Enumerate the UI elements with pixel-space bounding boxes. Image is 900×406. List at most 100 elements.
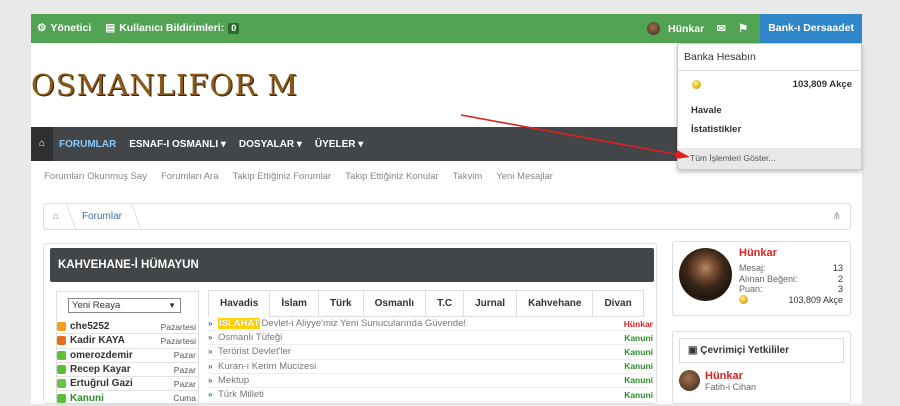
news-author[interactable]: Kanuni: [624, 375, 653, 385]
member-filter-select[interactable]: Yeni Reaya ▼: [68, 298, 181, 313]
tab[interactable]: Divan: [592, 290, 644, 317]
avatar: [647, 22, 661, 35]
news-row[interactable]: » Türk Milleti Kanuni: [208, 388, 653, 403]
tab[interactable]: Havadis: [208, 290, 270, 317]
stat-value: 2: [837, 273, 843, 284]
user-menu[interactable]: Hünkar: [647, 22, 704, 35]
user-rank-icon: [57, 350, 66, 360]
profile-card: Hünkar Mesaj: 13 Alınan Beğeni: 2 Puan: 3 103,…: [672, 241, 851, 316]
breadcrumb-separator: [57, 204, 77, 231]
admin-link[interactable]: ⚙ Yönetici: [37, 22, 91, 34]
breadcrumb-forums[interactable]: Forumlar: [82, 211, 122, 222]
transfer-link[interactable]: Havale: [691, 105, 722, 116]
news-title[interactable]: Kuran-ı Kerim Mucizesi: [218, 361, 316, 372]
news-row[interactable]: » ISLAHAT Devlet-i Aliyye'miz Yeni Sunucul…: [208, 317, 653, 332]
news-title[interactable]: Devlet-i Aliyye'miz Yeni Sunucularında G…: [261, 318, 466, 329]
news-title-wrap: Mektup: [218, 375, 624, 386]
join-day: Pazartesi: [160, 335, 196, 346]
show-all-transactions-link[interactable]: Tüm İşlemleri Göster...: [678, 148, 861, 169]
user-rank-icon: [57, 336, 66, 346]
tab[interactable]: Türk: [317, 290, 363, 317]
double-arrow-icon: »: [208, 319, 213, 329]
statistics-link[interactable]: İstatistikler: [691, 124, 741, 135]
username[interactable]: Kadir KAYA: [70, 335, 161, 346]
profile-name[interactable]: Hünkar: [739, 247, 777, 259]
news-author[interactable]: Kanuni: [624, 361, 653, 371]
news-title[interactable]: Mektup: [218, 375, 249, 386]
stat-value: 13: [832, 263, 843, 273]
site-logo[interactable]: OSMANLIFOR M: [31, 68, 298, 102]
username[interactable]: omerozdemir: [70, 350, 174, 361]
list-item[interactable]: Recep Kayar Pazar: [57, 363, 198, 378]
breadcrumb-separator: [122, 204, 142, 231]
home-icon[interactable]: ⌂: [53, 211, 59, 222]
bank-button[interactable]: Bank-ı Dersaadet: [760, 14, 862, 43]
double-arrow-icon: »: [208, 361, 213, 371]
subnav-link[interactable]: Forumları Okunmuş Say: [44, 171, 147, 182]
divider: [678, 70, 863, 71]
news-row[interactable]: » Mektup Kanuni: [208, 374, 653, 388]
online-user[interactable]: Hünkar Fatih-i Cihan: [679, 370, 756, 392]
sub-nav: Forumları Okunmuş Say Forumları Ara Takip …: [44, 171, 553, 182]
list-item[interactable]: che5252 Pazartesi: [57, 320, 198, 335]
news-title[interactable]: Türk Milleti: [218, 389, 264, 400]
nav-item[interactable]: ÜYELER ▾: [315, 139, 363, 150]
list-item[interactable]: Ertuğrul Gazi Pazar: [57, 377, 198, 392]
subnav-link[interactable]: Forumları Ara: [161, 171, 219, 182]
news-row[interactable]: » Osmanlı Tüfeği Kanuni: [208, 331, 653, 346]
user-rank-icon: [57, 322, 66, 332]
notifications-link[interactable]: ▤ Kullanıcı Bildirimleri: 0: [105, 22, 240, 34]
home-icon[interactable]: ⌂: [31, 127, 53, 161]
online-staff-panel: ▣ Çevrimiçi Yetkililer Hünkar Fatih-i Cih…: [672, 331, 851, 404]
join-day: Pazar: [173, 350, 196, 361]
online-staff-header: ▣ Çevrimiçi Yetkililer: [679, 338, 844, 363]
news-author[interactable]: Hünkar: [624, 319, 653, 329]
list-item[interactable]: Kadir KAYA Pazartesi: [57, 334, 198, 349]
balance-value: 103,809 Akçe: [788, 294, 843, 305]
tab[interactable]: Osmanlı: [362, 290, 426, 317]
double-arrow-icon: »: [208, 333, 213, 343]
breadcrumb: ⌂ Forumlar ⋔: [43, 203, 851, 231]
tab[interactable]: T.C: [425, 290, 464, 317]
subnav-link[interactable]: Takip Ettiğiniz Forumlar: [233, 171, 332, 182]
tab[interactable]: Kahvehane: [516, 290, 593, 317]
news-row[interactable]: » Kuran-ı Kerim Mucizesi Kanuni: [208, 360, 653, 374]
news-author[interactable]: Kanuni: [624, 390, 653, 400]
username[interactable]: Ertuğrul Gazi: [70, 378, 174, 389]
news-author[interactable]: Kanuni: [624, 347, 653, 357]
subnav-link[interactable]: Takip Ettiğiniz Konular: [345, 171, 438, 182]
username[interactable]: Kanuni: [70, 393, 173, 404]
news-row[interactable]: » Terörist Devlet'ler Kanuni: [208, 345, 653, 360]
list-item[interactable]: omerozdemir Pazar: [57, 349, 198, 363]
nav-item[interactable]: FORUMLAR: [59, 139, 116, 150]
new-members-panel: Yeni Reaya ▼ che5252 Pazartesi Kadir KAYA Pa…: [56, 291, 199, 406]
tab[interactable]: Jurnal: [463, 290, 517, 317]
news-author[interactable]: Kanuni: [624, 333, 653, 343]
join-day: Pazar: [173, 364, 196, 375]
bank-dropdown-title: Banka Hesabın: [684, 51, 756, 63]
nav-item[interactable]: DOSYALAR ▾: [239, 139, 302, 150]
tab[interactable]: İslam: [269, 290, 318, 317]
mail-icon[interactable]: ✉: [710, 22, 732, 35]
sitemap-icon[interactable]: ⋔: [833, 211, 841, 222]
username[interactable]: che5252: [70, 321, 161, 332]
double-arrow-icon: »: [208, 375, 213, 385]
section-title: KAHVEHANE-İ HÜMAYUN: [50, 248, 654, 282]
subnav-link[interactable]: Takvim: [453, 171, 483, 182]
news-title[interactable]: Terörist Devlet'ler: [218, 346, 291, 357]
stat-label: Puan:: [739, 284, 763, 294]
top-bar: ⚙ Yönetici ▤ Kullanıcı Bildirimleri: 0 Hünk…: [31, 14, 862, 43]
news-title[interactable]: Osmanlı Tüfeği: [218, 332, 282, 343]
stat-value: 3: [837, 284, 843, 294]
coin-icon: [692, 80, 701, 89]
flag-icon[interactable]: ⚑: [732, 22, 754, 35]
avatar[interactable]: [679, 248, 732, 301]
avatar: [679, 370, 700, 391]
username[interactable]: Recep Kayar: [70, 364, 174, 375]
profile-stat: Mesaj: 13: [739, 263, 843, 274]
subnav-link[interactable]: Yeni Mesajlar: [496, 171, 553, 182]
nav-item[interactable]: ESNAF-I OSMANLI ▾: [129, 139, 226, 150]
document-icon: ▤: [105, 22, 116, 34]
news-list: » ISLAHAT Devlet-i Aliyye'miz Yeni Sunucul…: [208, 317, 653, 403]
user-rank-icon: [57, 393, 66, 403]
